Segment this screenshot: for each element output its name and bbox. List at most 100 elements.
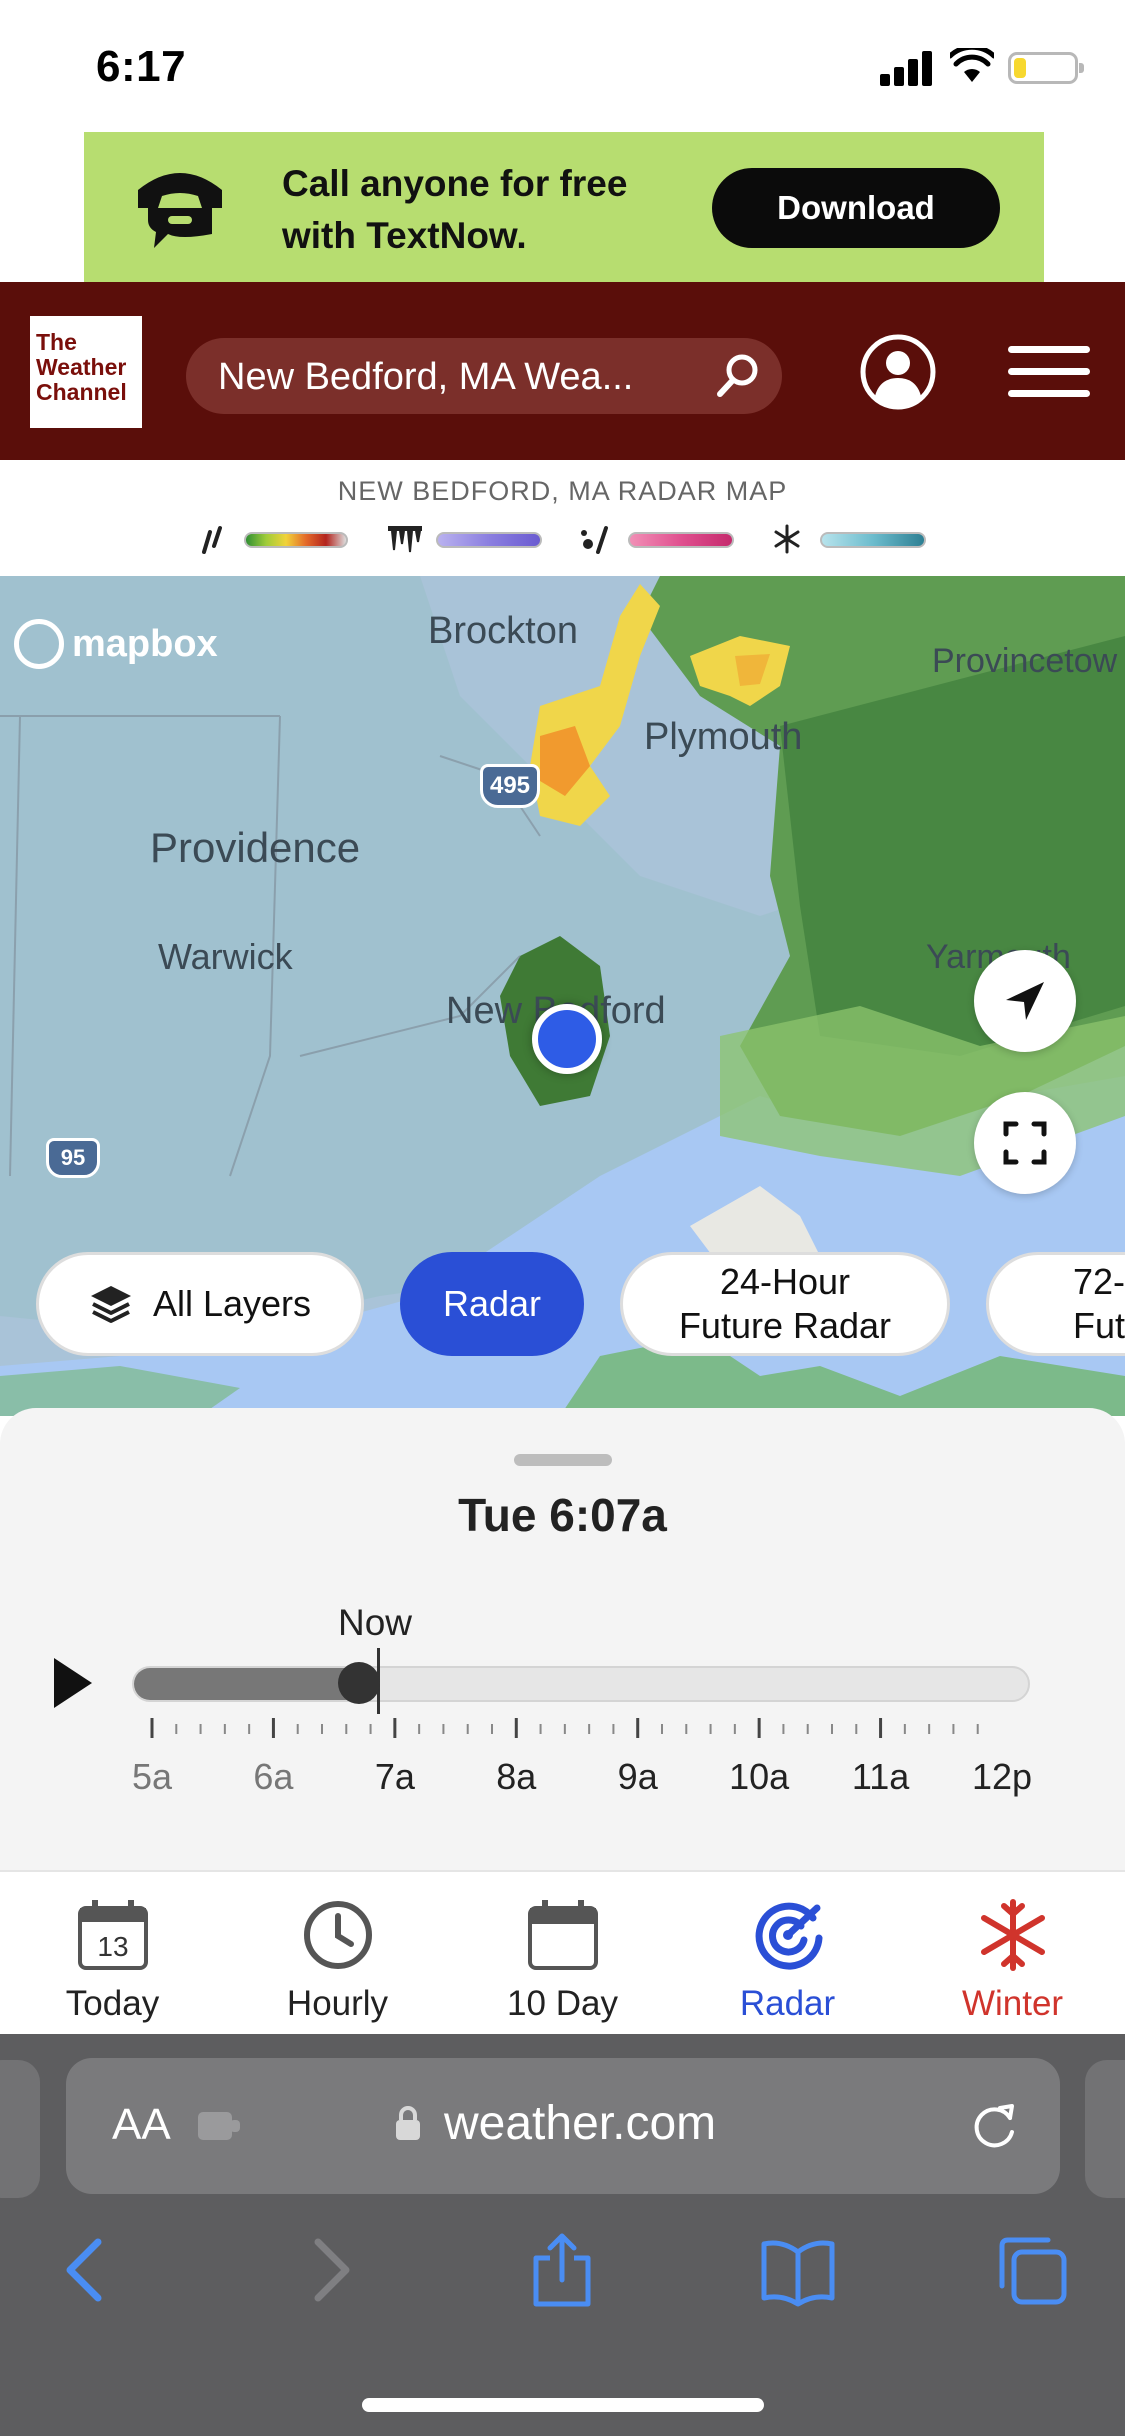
status-bar: 6:17 [0,0,1125,132]
map-label-provincetown: Provincetow [932,642,1118,680]
reload-icon[interactable] [966,2098,1022,2154]
fullscreen-icon [1003,1121,1047,1165]
browser-toolbar: AA weather.com [0,2034,1125,2436]
locate-me-button[interactable] [974,950,1076,1052]
ice-scale [436,532,542,548]
tick-label-8a: 8a [496,1756,537,1797]
nav-10-day-label: 10 Day [507,1984,618,2023]
legend-mix [580,524,736,554]
radar-legend: NEW BEDFORD, MA RADAR MAP [0,460,1125,576]
timeline-current-time: Tue 6:07a [458,1489,667,1541]
interstate-495-label: 495 [489,772,531,799]
snow-icon [774,524,800,554]
snowflake-icon [981,1899,1045,1971]
future72-line-2: Futur [1073,1305,1125,1346]
tick-label-5a: 5a [131,1756,173,1797]
play-icon[interactable] [50,1656,94,1710]
future24-line-2: Future Radar [678,1305,892,1346]
future-radar-72h-chip[interactable]: 72- Futur [986,1252,1125,1356]
location-search-input[interactable]: New Bedford, MA Wea... [186,338,782,414]
timeline-slider-thumb[interactable] [338,1662,380,1704]
nav-today[interactable]: 13 Today [0,1888,225,2028]
share-icon[interactable] [524,2232,600,2308]
nav-winter[interactable]: Winter [900,1888,1125,2028]
aa-label: AA [112,2100,171,2149]
location-arrow-icon [1006,982,1044,1020]
interstate-495-shield: 495 [480,764,540,808]
bookmarks-icon[interactable] [760,2232,836,2308]
mapbox-icon [14,619,64,669]
textnow-phone-icon [138,173,222,248]
back-icon[interactable] [48,2232,124,2308]
ad-line-2: with TextNow. [282,215,527,256]
mapbox-attribution[interactable]: mapbox [14,618,218,670]
future24-line-1: 24-Hour [719,1261,851,1302]
snow-scale [820,532,926,548]
timeline-slider[interactable] [132,1666,1030,1702]
tick-label-12p: 12p [971,1756,1033,1797]
calendar-today-icon: 13 [78,1900,148,1970]
search-value: New Bedford, MA Wea... [218,356,634,398]
url-text: weather.com [444,2097,717,2150]
next-tab-peek[interactable] [1085,2060,1125,2198]
nav-10-day[interactable]: 10 Day [450,1888,675,2028]
radar-chip-label: Radar [442,1283,542,1324]
logo-line-1: The [36,329,77,355]
sheet-drag-handle[interactable] [514,1454,612,1466]
tick-label-9a: 9a [617,1756,658,1797]
weather-channel-logo[interactable]: The Weather Channel [30,316,142,428]
tick-label-7a: 7a [374,1756,415,1797]
ad-download-button[interactable]: Download [712,168,1000,248]
mix-icon [581,526,608,554]
search-icon[interactable] [712,350,764,402]
future-radar-24h-chip[interactable]: 24-Hour Future Radar [620,1252,950,1356]
forward-icon[interactable] [292,2232,368,2308]
all-layers-label: All Layers [152,1283,312,1324]
lock-icon [396,2106,420,2140]
ad-line-1: Call anyone for free [282,163,628,204]
radar-timeline-sheet: Tue 6:07a Now 5a 6a 7a 8a 9a 10a 11a 12p [0,1408,1125,1870]
today-date: 13 [97,1931,128,1962]
page-settings-button[interactable]: AA [112,2100,171,2150]
nav-hourly-label: Hourly [286,1984,389,2023]
extension-icon[interactable] [196,2108,242,2144]
hamburger-menu-icon[interactable] [1008,346,1090,398]
map-label-warwick: Warwick [158,936,293,977]
previous-tab-peek[interactable] [0,2060,40,2198]
rain-icon [202,526,222,554]
radar-layer-chip[interactable]: Radar [400,1252,584,1356]
ice-icon [388,526,422,553]
interstate-95-shield: 95 [46,1138,100,1178]
tick-label-11a: 11a [851,1756,910,1797]
calendar-icon [528,1900,598,1970]
nav-hourly[interactable]: Hourly [225,1888,450,2028]
legend-rain [198,524,350,554]
current-location-marker [532,1004,602,1074]
ad-headline: Call anyone for free with TextNow. [282,158,627,262]
map-label-providence: Providence [150,824,361,871]
timeline-ticks [150,1718,979,1738]
account-icon[interactable] [858,332,938,412]
nav-winter-label: Winter [961,1984,1064,2023]
fullscreen-button[interactable] [974,1092,1076,1194]
mapbox-text: mapbox [72,622,218,665]
nav-radar[interactable]: Radar [675,1888,900,2028]
status-time: 6:17 [96,42,187,91]
logo-line-3: Channel [36,379,127,405]
ad-banner[interactable]: Call anyone for free with TextNow. Downl… [84,132,1044,282]
radar-map[interactable]: mapbox Brockton Provincetow Plymouth Pro… [0,576,1125,1416]
all-layers-button[interactable]: All Layers [36,1252,364,1356]
now-label: Now [338,1602,413,1643]
home-indicator [362,2398,764,2412]
legend-snow [772,524,928,554]
clock-icon [304,1901,372,1969]
tabs-icon[interactable] [994,2232,1070,2308]
tick-label-10a: 10a [729,1756,790,1797]
radar-icon [755,1902,823,1970]
address-bar[interactable]: AA weather.com [66,2058,1060,2194]
mix-scale [628,532,734,548]
radar-map-title: NEW BEDFORD, MA RADAR MAP [337,476,788,506]
battery-icon [1008,52,1084,84]
wifi-icon [950,48,994,82]
logo-line-2: Weather [36,354,127,380]
